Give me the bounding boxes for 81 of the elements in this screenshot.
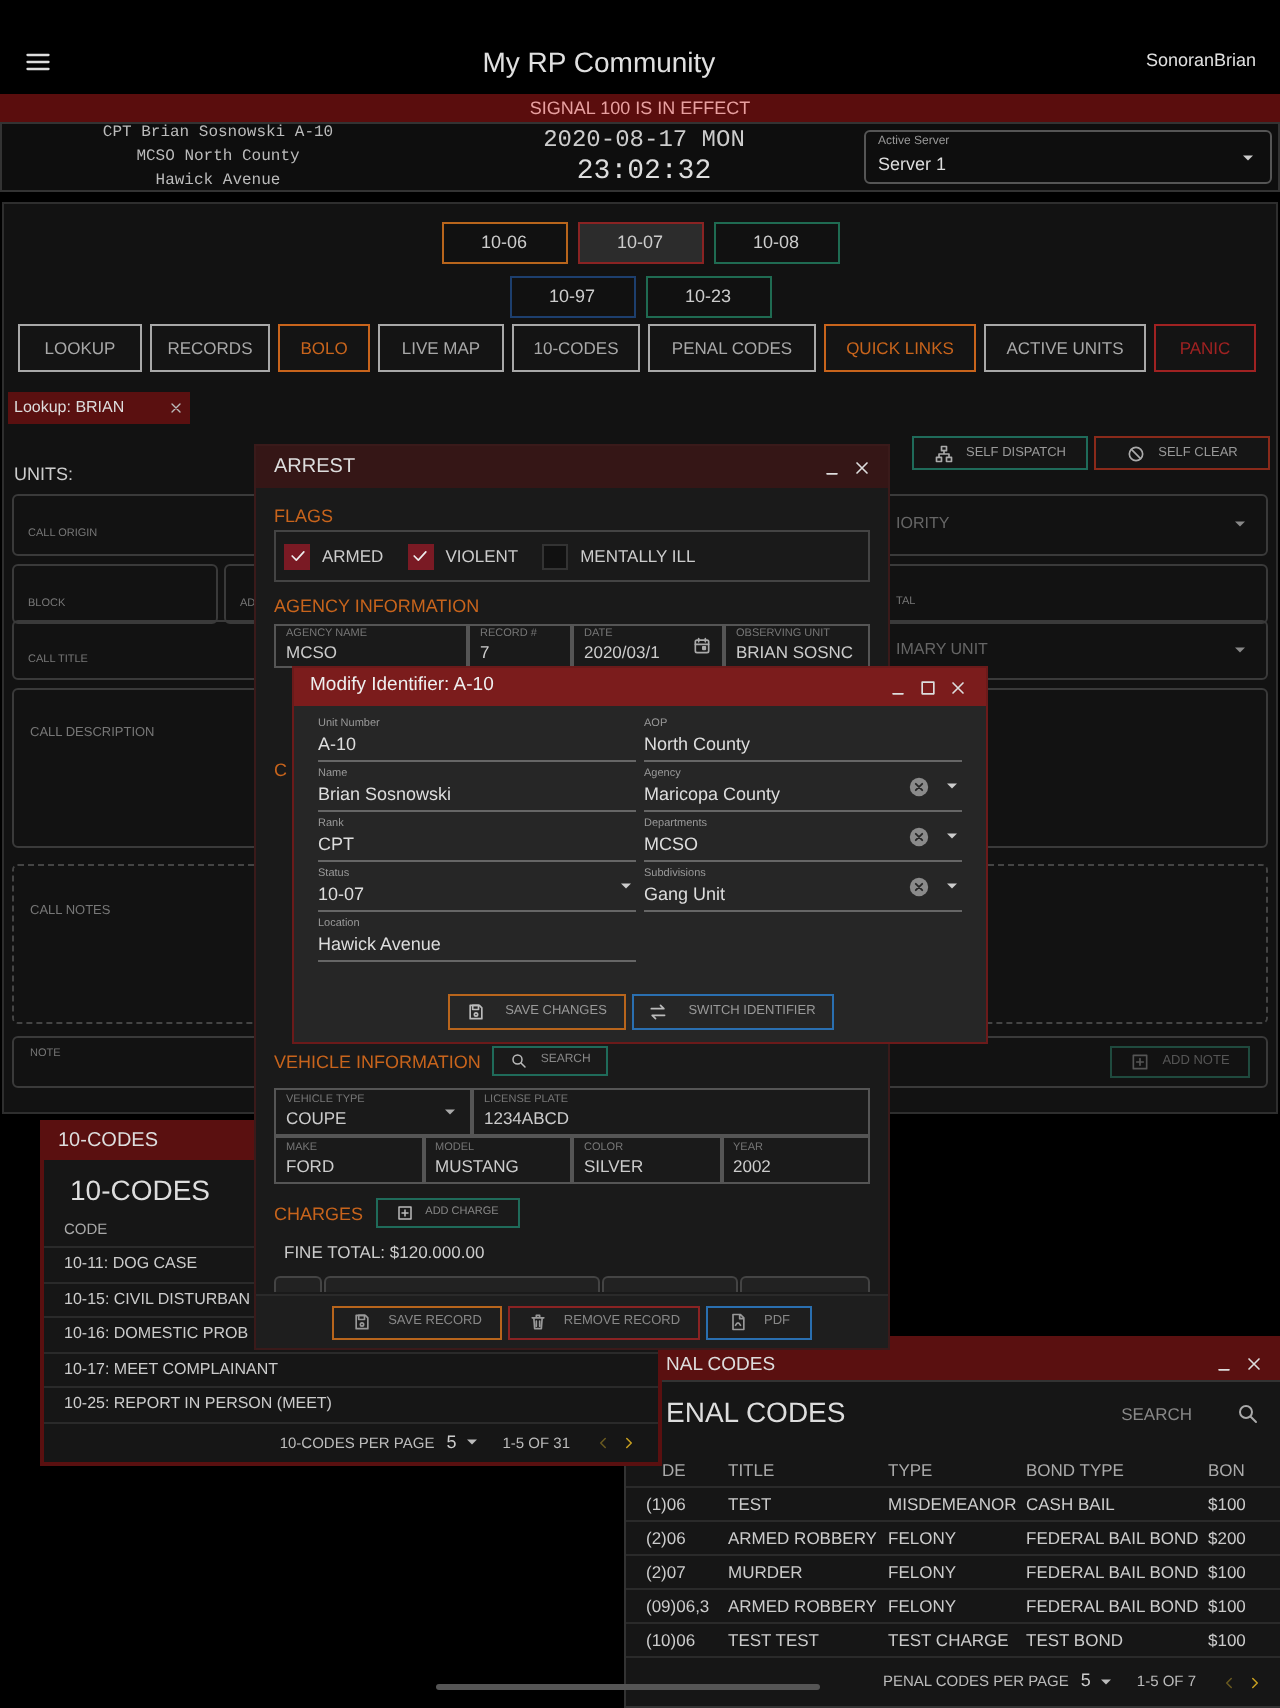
window-title: NAL CODES bbox=[666, 1354, 776, 1376]
field-value: North County bbox=[644, 731, 753, 755]
search-placeholder: SEARCH bbox=[1121, 1402, 1192, 1428]
field-value: CPT bbox=[318, 831, 356, 855]
table-cell-text: $100 bbox=[1208, 1491, 1248, 1517]
field-value: 7 bbox=[480, 642, 492, 664]
field-value: FORD bbox=[286, 1156, 337, 1178]
column-header: BON bbox=[1208, 1458, 1247, 1484]
field-value: 2002 bbox=[733, 1156, 773, 1178]
column-header: TYPE bbox=[888, 1458, 935, 1484]
window-title: 10-CODES bbox=[58, 1127, 159, 1155]
table-cell-text: FELONY bbox=[888, 1559, 959, 1585]
table-cell-text: $200 bbox=[1208, 1525, 1248, 1551]
field-value: 1234ABCD bbox=[484, 1108, 572, 1130]
field-value: MCSO bbox=[286, 642, 339, 664]
select-value: Server 1 bbox=[878, 152, 949, 179]
field-label: IORITY bbox=[896, 512, 952, 536]
table-cell-text: FEDERAL BAIL BOND bbox=[1026, 1593, 1201, 1619]
table-cell-text: TEST CHARGE bbox=[888, 1627, 1011, 1653]
table-cell: 10-11: DOG CASE bbox=[64, 1252, 198, 1277]
table-cell-text: $100 bbox=[1208, 1559, 1248, 1585]
table-cell-text: FELONY bbox=[888, 1593, 959, 1619]
table-cell-text: (10)06 bbox=[646, 1627, 698, 1653]
app-title: My RP Community bbox=[480, 43, 718, 82]
table-cell-text: FEDERAL BAIL BOND bbox=[1026, 1559, 1201, 1585]
table-cell: 10-17: MEET COMPLAINANT bbox=[64, 1357, 278, 1382]
field-value: Brian Sosnowski bbox=[318, 781, 454, 805]
signal-banner: SIGNAL 100 IS IN EFFECT bbox=[0, 94, 1280, 122]
per-page-value: 5 bbox=[446, 1429, 457, 1455]
unit-info-line: CPT Brian Sosnowski A-10 bbox=[102, 121, 334, 145]
table-cell-text: TEST TEST bbox=[728, 1627, 822, 1653]
section-heading: C bbox=[274, 760, 287, 780]
field-value: MUSTANG bbox=[435, 1156, 521, 1178]
section-heading: VEHICLE INFORMATION bbox=[274, 1051, 481, 1071]
column-header: BOND TYPE bbox=[1026, 1458, 1126, 1484]
table-heading: 10-CODES bbox=[70, 1172, 211, 1210]
section-heading: CHARGES bbox=[274, 1203, 364, 1223]
table-cell-text: TEST BOND bbox=[1026, 1627, 1125, 1653]
table-cell-text: MISDEMEANOR bbox=[888, 1491, 1019, 1517]
table-cell-text: FEDERAL BAIL BOND bbox=[1026, 1525, 1201, 1551]
table-cell-text: (2)07 bbox=[646, 1559, 688, 1585]
table-cell-text: (1)06 bbox=[646, 1491, 688, 1517]
checkbox-label: MENTALLY ILL bbox=[580, 543, 696, 569]
per-page-value: 5 bbox=[1080, 1668, 1091, 1695]
field-value: BRIAN SOSNC bbox=[736, 642, 856, 664]
section-heading: AGENCY INFORMATION bbox=[274, 596, 482, 616]
table-cell-text: CASH BAIL bbox=[1026, 1491, 1117, 1517]
table-cell: 10-25: REPORT IN PERSON (MEET) bbox=[64, 1392, 332, 1417]
units-label: UNITS: bbox=[14, 464, 74, 484]
field-value: 10-07 bbox=[318, 881, 367, 905]
table-cell: 10-16: DOMESTIC PROB bbox=[64, 1322, 249, 1347]
table-cell-text: (09)06,3 bbox=[646, 1593, 712, 1619]
table-cell-text: $100 bbox=[1208, 1627, 1248, 1653]
field-value: A-10 bbox=[318, 731, 359, 755]
column-header: DE bbox=[660, 1458, 688, 1484]
field-value: MCSO bbox=[644, 831, 700, 855]
tab-label: Lookup: BRIAN bbox=[14, 396, 125, 420]
clock-text: 23:02:32 bbox=[576, 155, 712, 189]
window-title: ARREST bbox=[274, 454, 356, 482]
date-text: 2020-08-17 MON bbox=[543, 125, 745, 155]
table-cell-text: TEST bbox=[728, 1491, 774, 1517]
column-header: TITLE bbox=[728, 1458, 777, 1484]
section-heading: FLAGS bbox=[274, 506, 336, 526]
table-cell-text: MURDER bbox=[728, 1559, 805, 1585]
field-value: Hawick Avenue bbox=[318, 931, 443, 955]
table-cell-text: ARMED ROBBERY bbox=[728, 1525, 879, 1551]
field-value: Gang Unit bbox=[644, 881, 728, 905]
table-cell-text: ARMED ROBBERY bbox=[728, 1593, 879, 1619]
field-label: IMARY UNIT bbox=[896, 637, 990, 661]
table-heading: ENAL CODES bbox=[666, 1394, 848, 1432]
unit-info-line: MCSO North County bbox=[136, 145, 300, 169]
field-value: Maricopa County bbox=[644, 781, 783, 805]
unit-info-line: Hawick Avenue bbox=[155, 169, 281, 193]
table-cell-text: FELONY bbox=[888, 1525, 959, 1551]
fine-total: FINE TOTAL: $120.000.00 bbox=[284, 1240, 487, 1266]
table-cell-text: $100 bbox=[1208, 1593, 1248, 1619]
table-cell: 10-15: CIVIL DISTURBAN bbox=[64, 1287, 251, 1312]
field-value: 2020/03/1 bbox=[584, 642, 662, 664]
field-value: SILVER bbox=[584, 1156, 646, 1178]
table-cell-text: (2)06 bbox=[646, 1525, 688, 1551]
field-value: COUPE bbox=[286, 1108, 349, 1130]
